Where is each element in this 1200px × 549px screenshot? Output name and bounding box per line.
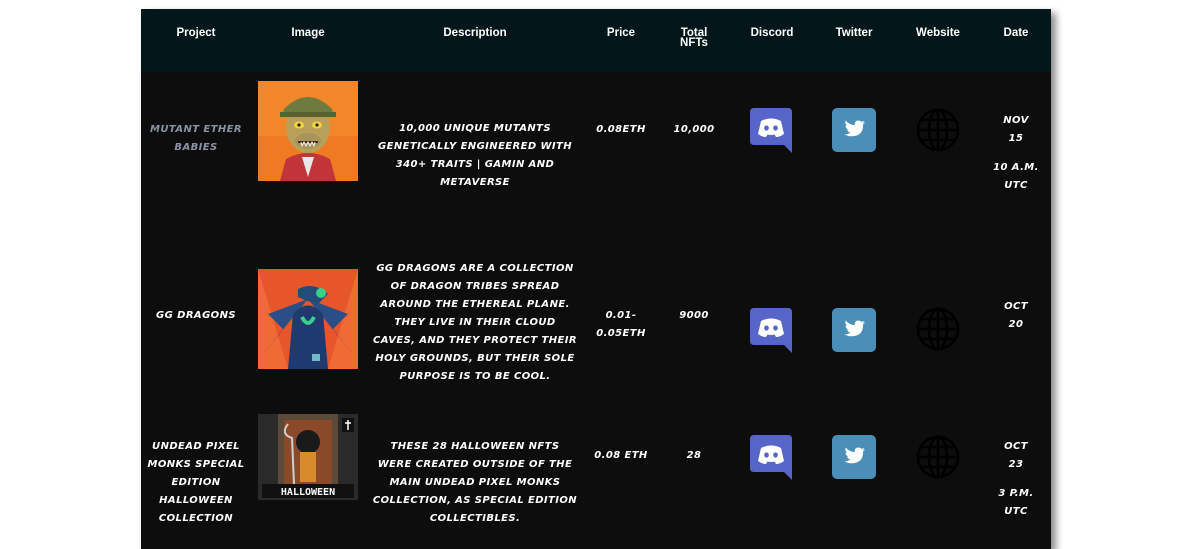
project-name[interactable]: Undead Pixel Monks Special Edition Hallo… xyxy=(141,438,251,528)
globe-icon[interactable] xyxy=(915,306,961,352)
twitter-icon[interactable] xyxy=(832,308,876,352)
header-project: Project xyxy=(176,27,216,39)
total-nfts: 9000 xyxy=(679,310,709,321)
total-nfts: 28 xyxy=(686,450,702,461)
launch-time: 10 A.M. UTC xyxy=(993,162,1039,191)
project-name[interactable]: GG Dragons xyxy=(146,307,246,325)
price: 0.08ETH xyxy=(596,124,646,135)
header-description: Description xyxy=(443,27,507,39)
launch-date: Oct 20 xyxy=(1004,301,1028,330)
total-nfts: 10,000 xyxy=(673,124,715,135)
price: 0.01- 0.05ETH xyxy=(596,310,646,339)
project-description: 10,000 unique mutants genetically engine… xyxy=(378,123,572,188)
dragon-image[interactable] xyxy=(258,269,358,369)
launch-date: Oct 23 xyxy=(1004,441,1028,470)
discord-icon[interactable] xyxy=(750,435,792,480)
project-description: These 28 Halloween NFTs were created out… xyxy=(372,441,578,524)
header-website: Website xyxy=(916,27,960,39)
globe-icon[interactable] xyxy=(915,107,961,153)
table-header: Project Image Description Price Total NF… xyxy=(141,9,1051,72)
reaper-image[interactable]: HALLOWEEN xyxy=(258,414,358,500)
launch-time: 3 P.M. UTC xyxy=(998,488,1034,517)
discord-icon[interactable] xyxy=(750,308,792,353)
launch-date: Nov 15 xyxy=(1003,115,1029,144)
price: 0.08 ETH xyxy=(594,450,648,461)
project-name[interactable]: Mutant Ether Babies xyxy=(146,121,246,157)
twitter-icon[interactable] xyxy=(832,108,876,152)
halloween-label: HALLOWEEN xyxy=(281,487,335,498)
header-price: Price xyxy=(606,27,636,39)
discord-icon[interactable] xyxy=(750,108,792,153)
globe-icon[interactable] xyxy=(915,434,961,480)
header-date: Date xyxy=(1003,27,1029,39)
mutant-ape-image[interactable] xyxy=(258,81,358,181)
twitter-icon[interactable] xyxy=(832,435,876,479)
header-total-nfts-line2: NFTs xyxy=(680,37,708,49)
header-image: Image xyxy=(291,27,325,39)
nft-drops-table: Project Image Description Price Total NF… xyxy=(141,9,1051,549)
project-description: GG Dragons are a collection of dragon tr… xyxy=(373,263,577,382)
header-discord: Discord xyxy=(750,27,794,39)
header-twitter: Twitter xyxy=(835,27,873,39)
header-total-nfts: Total NFTs xyxy=(680,27,708,49)
